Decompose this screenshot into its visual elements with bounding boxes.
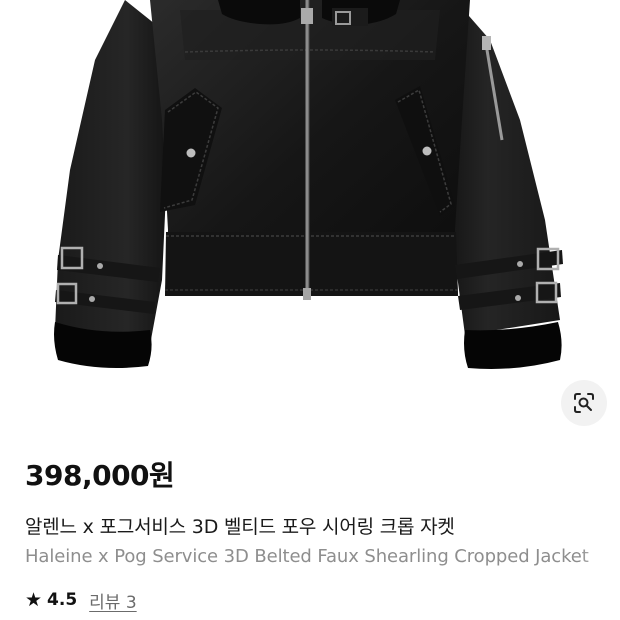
rating-row: ★ 4.5 리뷰 3 [25, 588, 137, 613]
product-image[interactable] [0, 0, 620, 440]
rating-value: 4.5 [47, 590, 78, 610]
jacket-illustration [54, 0, 563, 369]
image-search-button[interactable] [561, 380, 607, 426]
product-page: 398,000원 알렌느 x 포그서비스 3D 벨티드 포우 시어링 크롭 자켓… [0, 0, 620, 620]
image-search-icon [574, 393, 594, 413]
reviews-link[interactable]: 리뷰 3 [89, 588, 137, 613]
product-title-korean[interactable]: 알렌느 x 포그서비스 3D 벨티드 포우 시어링 크롭 자켓 [25, 512, 455, 539]
product-title-english-container: Haleine x Pog Service 3D Belted Faux She… [25, 546, 620, 572]
title-fade-overlay [580, 546, 620, 572]
star-icon: ★ [25, 588, 43, 611]
product-price: 398,000원 [25, 459, 175, 492]
product-title-english[interactable]: Haleine x Pog Service 3D Belted Faux She… [25, 546, 620, 567]
